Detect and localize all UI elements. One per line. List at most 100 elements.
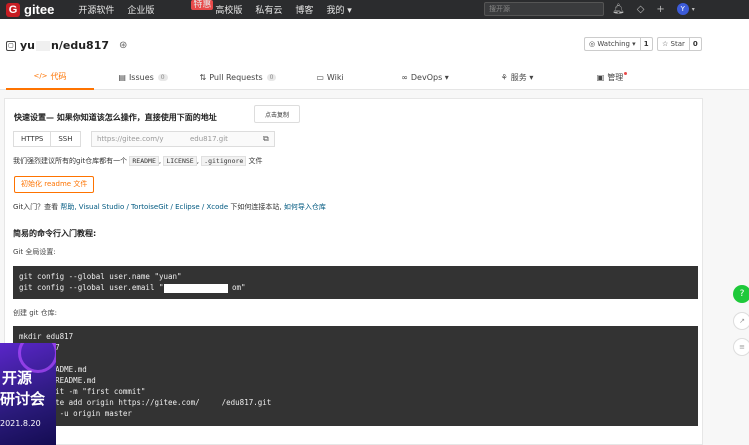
pr-count: 0 (266, 73, 277, 81)
star-count: 0 (688, 38, 701, 50)
repo-icon: ▢ (6, 40, 16, 51)
nav-university[interactable]: 高校版 (215, 3, 242, 16)
nav-private-cloud[interactable]: 私有云 (255, 3, 282, 16)
user-avatar[interactable]: Y (676, 3, 689, 15)
protocol-switch: HTTPS SSH (13, 131, 81, 147)
tools-links[interactable]: , Visual Studio / TortoiseGit / Eclipse … (74, 203, 228, 211)
notification-dot (624, 71, 628, 75)
code-line-start: git config --global user.email " (19, 283, 164, 292)
create-repo-code: mkdir edu817cd edu817git inittouch READM… (13, 326, 698, 426)
quick-setup-title: 快速设置— 如果你知道该怎么操作，直接使用下面的地址 (14, 113, 217, 122)
tutorial-heading: 简易的命令行入门教程: (13, 229, 97, 238)
repo-tabs: </> 代码 ▤ Issues 0 ⇅ Pull Requests 0 ▭ Wi… (0, 64, 749, 90)
code-line: git commit -m "first commit" (19, 387, 146, 396)
nav-open-source[interactable]: 开源软件 (78, 3, 114, 16)
git-intro: Git入门？查看 帮助, Visual Studio / TortoiseGit… (13, 202, 326, 212)
tab-wiki[interactable]: ▭ Wiki (310, 64, 350, 90)
tab-pull-requests[interactable]: ⇅ Pull Requests 0 (196, 64, 280, 90)
code-line: git remote add origin https://gitee.com/… (19, 397, 692, 408)
copy-icon[interactable]: ⧉ (263, 134, 269, 144)
promo-banner[interactable]: 开源 研讨会 2021.8.20 (0, 343, 56, 445)
init-readme-button[interactable]: 初始化 readme 文件 (14, 176, 95, 193)
repo-name[interactable]: edu817 (63, 39, 109, 52)
tab-code-label: 代码 (50, 71, 67, 81)
quick-setup-panel: 快速设置— 如果你知道该怎么操作，直接使用下面的地址 点击复制 HTTPS SS… (4, 98, 703, 445)
tab-service[interactable]: ⚘ 服务 ▾ (495, 64, 539, 90)
tab-manage-label: 管理 (607, 72, 624, 82)
tab-code[interactable]: </> 代码 (6, 64, 94, 90)
watch-label: ◎ Watching ▾ (589, 40, 636, 48)
chevron-down-icon[interactable]: ▾ (692, 6, 695, 13)
protocol-https[interactable]: HTTPS (13, 131, 52, 147)
external-link-icon[interactable]: ↗ (733, 312, 749, 330)
code-line-end: /edu817.git (221, 398, 272, 407)
tab-pr-label: Pull Requests (209, 72, 263, 82)
nav-mine[interactable]: 我的 ▾ (326, 3, 351, 16)
gitee-logo-mark: G (6, 2, 20, 17)
issues-icon: ▤ (118, 72, 126, 82)
copy-button[interactable]: 点击复制 (254, 105, 300, 123)
nav-enterprise[interactable]: 企业版 特惠 (127, 0, 214, 16)
devops-icon: ∞ (401, 72, 408, 82)
redacted-mask (36, 40, 51, 51)
help-button[interactable]: ? (733, 285, 749, 303)
intro-mid: 下如何连接本站, (230, 203, 282, 211)
feedback-icon[interactable]: ≡ (733, 338, 749, 356)
import-repo-link[interactable]: 如何导入仓库 (284, 203, 326, 211)
watch-button[interactable]: ◎ Watching ▾ 1 (584, 37, 653, 51)
readme-tip: 我们强烈建议所有的git仓库都有一个 README, LICENSE, .git… (13, 156, 263, 166)
nav-blog[interactable]: 博客 (295, 3, 313, 16)
clone-url-end: edu817.git (189, 135, 228, 143)
protocol-ssh[interactable]: SSH (51, 131, 81, 147)
gitee-logo-text: gitee (24, 2, 55, 17)
tab-wiki-label: Wiki (326, 72, 344, 82)
code-line: git add README.md (19, 376, 96, 385)
pull-request-icon: ⇅ (199, 72, 207, 82)
enterprise-badge: 特惠 (191, 0, 214, 10)
tab-devops[interactable]: ∞ DevOps ▾ (395, 64, 455, 90)
code-line: git config --global user.email " om" (19, 282, 692, 293)
code-line: cd edu817 (19, 342, 692, 353)
nav-links: 开源软件 企业版 特惠 高校版 私有云 博客 我的 ▾ (78, 0, 364, 16)
clone-url-field[interactable]: https://gitee.com/y edu817.git (91, 131, 275, 147)
tab-issues-label: Issues (128, 72, 154, 82)
gitignore-file: .gitignore (201, 156, 247, 166)
help-link[interactable]: 帮助 (60, 203, 74, 211)
code-line-end: om" (232, 283, 246, 292)
readme-tip-suffix: 文件 (248, 157, 263, 165)
code-line: mkdir edu817 (19, 332, 74, 341)
readme-file: README (129, 156, 159, 166)
create-repo-label: 创建 git 仓库: (13, 309, 57, 317)
top-navbar: G gitee 开源软件 企业版 特惠 高校版 私有云 博客 我的 ▾ 搜开源 🔔… (0, 0, 749, 19)
repo-owner-start[interactable]: yu (20, 39, 35, 52)
code-icon: </> (33, 72, 48, 80)
repo-header: ▢ yu n / edu817 ⊛ ◎ Watching ▾ 1 ☆ Star … (0, 19, 749, 90)
tab-service-label: 服务 ▾ (510, 72, 534, 82)
issues-count: 0 (157, 73, 168, 81)
location-icon[interactable]: ◇ (637, 4, 645, 15)
service-icon: ⚘ (500, 72, 508, 82)
wiki-icon: ▭ (316, 72, 324, 82)
license-file: LICENSE (163, 156, 197, 166)
global-settings-label: Git 全局设置: (13, 248, 56, 256)
repo-owner-end[interactable]: n (51, 39, 59, 52)
plus-icon[interactable]: + (656, 4, 664, 15)
global-config-code: git config --global user.name "yuan" git … (13, 266, 698, 299)
qrcode-icon[interactable]: ⊛ (119, 40, 127, 51)
top-icons: 🔔︎ ◇ + Y ▾ (612, 3, 707, 15)
tab-manage[interactable]: ▣ 管理 (592, 64, 632, 90)
star-button[interactable]: ☆ Star 0 (657, 37, 702, 51)
tab-devops-label: DevOps ▾ (410, 72, 449, 82)
gitee-logo[interactable]: G gitee (6, 2, 54, 17)
redacted-mask (163, 283, 228, 293)
intro-prefix: Git入门？查看 (13, 203, 59, 211)
promo-line2: 研讨会 (0, 390, 46, 408)
code-line: touch README.md (19, 365, 87, 374)
code-line: git push -u origin master (19, 409, 132, 418)
tab-issues[interactable]: ▤ Issues 0 (112, 64, 174, 90)
readme-tip-prefix: 我们强烈建议所有的git仓库都有一个 (13, 157, 128, 165)
repo-title: ▢ yu n / edu817 ⊛ (6, 39, 127, 52)
bell-icon[interactable]: 🔔︎ (612, 4, 625, 15)
top-search-input[interactable]: 搜开源 (484, 2, 604, 16)
star-label: ☆ Star (662, 40, 685, 48)
